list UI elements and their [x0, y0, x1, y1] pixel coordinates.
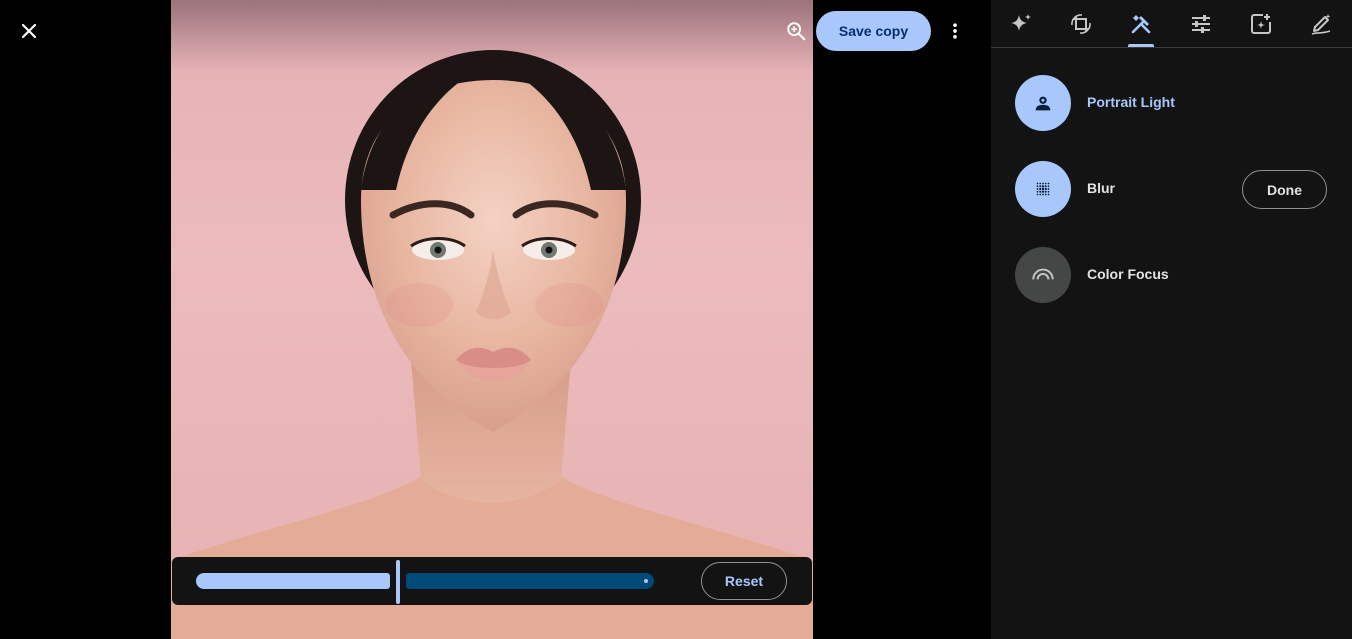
slider-active-track: [196, 573, 390, 589]
tab-markup[interactable]: [1303, 6, 1339, 42]
close-icon: [21, 23, 37, 39]
active-tab-indicator: [1128, 44, 1154, 47]
zoom-button[interactable]: [780, 14, 812, 48]
tool-portrait-light[interactable]: Portrait Light: [1015, 75, 1335, 131]
portrait-light-button[interactable]: [1015, 75, 1071, 131]
tool-label-color-focus: Color Focus: [1087, 266, 1169, 282]
portrait-photo: [171, 0, 813, 639]
sparkle-icon: [1011, 14, 1031, 31]
more-options-button[interactable]: [938, 14, 972, 48]
slider-inactive-track: [406, 573, 654, 589]
more-vert-icon: [953, 23, 957, 39]
tab-filters[interactable]: [1243, 6, 1279, 42]
adjustment-slider-bar: Reset: [172, 557, 812, 605]
tab-crop[interactable]: [1063, 6, 1099, 42]
photo-editor: Save copy Reset Portrait Light Blur Done…: [0, 0, 1352, 639]
tool-color-focus[interactable]: Color Focus: [1015, 247, 1335, 303]
zoom-in-icon: [787, 22, 806, 41]
edit-panel: Portrait Light Blur Done Color Focus: [991, 0, 1352, 639]
markup-pen-icon: [1311, 14, 1331, 35]
color-focus-icon: [1032, 268, 1054, 280]
slider-stop-indicator: [644, 579, 648, 583]
save-copy-button[interactable]: Save copy: [816, 11, 931, 51]
blur-icon: [1036, 182, 1050, 196]
done-button[interactable]: Done: [1242, 170, 1327, 209]
tab-adjust[interactable]: [1183, 6, 1219, 42]
tune-icon: [1192, 15, 1210, 33]
color-focus-button[interactable]: [1015, 247, 1071, 303]
tab-tools[interactable]: [1123, 6, 1159, 42]
close-button[interactable]: [9, 11, 49, 51]
filter-add-icon: [1251, 14, 1271, 34]
edit-tab-bar: [991, 0, 1352, 48]
blur-button[interactable]: [1015, 161, 1071, 217]
strength-slider[interactable]: [196, 560, 654, 604]
tool-label-blur: Blur: [1087, 180, 1115, 196]
portrait-light-icon: [1035, 96, 1051, 111]
crop-rotate-icon: [1071, 14, 1091, 34]
photo-canvas[interactable]: [171, 0, 813, 639]
reset-button[interactable]: Reset: [701, 562, 787, 600]
tool-label-portrait-light: Portrait Light: [1087, 94, 1175, 110]
slider-handle[interactable]: [396, 560, 400, 604]
tab-suggestions[interactable]: [1003, 6, 1039, 42]
tools-icon: [1131, 15, 1151, 34]
